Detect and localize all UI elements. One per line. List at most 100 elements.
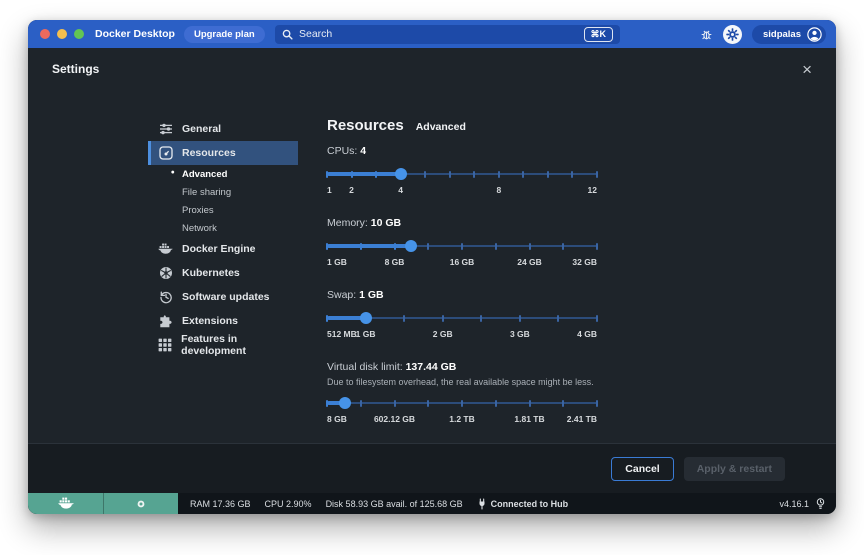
virtual-disk-limit-tick [394, 400, 396, 407]
swap-setting: Swap: 1 GB512 MB1 GB2 GB3 GB4 GB [327, 289, 597, 340]
upgrade-plan-button[interactable]: Upgrade plan [184, 26, 265, 43]
sidebar-item-software-updates[interactable]: Software updates [148, 285, 298, 309]
memory-label: Memory: 10 GB [327, 217, 597, 229]
zoom-window-button[interactable] [74, 29, 84, 39]
titlebar: Docker Desktop Upgrade plan Search ⌘K [28, 20, 836, 48]
sidebar-subitem-network[interactable]: Network [148, 219, 298, 237]
cpus-slider-handle[interactable] [395, 168, 407, 180]
sidebar-subitem-proxies[interactable]: Proxies [148, 201, 298, 219]
tick-label: 12 [588, 185, 597, 195]
sidebar-item-label: General [182, 123, 221, 135]
tick-label: 8 [496, 185, 501, 195]
sidebar-item-docker-engine[interactable]: Docker Engine [148, 237, 298, 261]
username: sidpalas [763, 29, 801, 40]
memory-slider-handle[interactable] [405, 240, 417, 252]
virtual-disk-limit-tick [562, 400, 564, 407]
apply-restart-button[interactable]: Apply & restart [684, 457, 785, 481]
virtual-disk-limit-tick [461, 400, 463, 407]
swap-tick [557, 315, 559, 322]
cpus-value: 4 [360, 145, 366, 157]
update-clock-icon [158, 290, 173, 304]
tick-label: 2 GB [433, 329, 453, 339]
sidebar-item-general[interactable]: General [148, 117, 298, 141]
swap-tick-labels: 512 MB1 GB2 GB3 GB4 GB [327, 329, 597, 340]
virtual-disk-limit-slider-handle[interactable] [339, 397, 351, 409]
close-window-button[interactable] [40, 29, 50, 39]
virtual-disk-limit-label: Virtual disk limit: 137.44 GB [327, 361, 597, 373]
swap-slider-handle[interactable] [360, 312, 372, 324]
swap-tick [480, 315, 482, 322]
tick-label: 2 [349, 185, 354, 195]
memory-setting: Memory: 10 GB 1 GB8 GB16 GB24 GB32 GB [327, 217, 597, 268]
sidebar-item-label: Docker Engine [182, 243, 256, 255]
tick-label: 32 GB [572, 257, 597, 267]
tick-label: 1.2 TB [449, 414, 475, 424]
virtual-disk-limit-tick [495, 400, 497, 407]
sidebar-item-kubernetes[interactable]: Kubernetes [148, 261, 298, 285]
memory-tick [495, 243, 497, 250]
tick-label: 16 GB [450, 257, 475, 267]
cpus-slider[interactable] [327, 167, 597, 181]
desktop-background: Docker Desktop Upgrade plan Search ⌘K [0, 0, 864, 555]
tick-label: 1 [327, 185, 332, 195]
memory-slider[interactable] [327, 239, 597, 253]
virtual-disk-limit-tick [596, 400, 598, 407]
hub-plug-icon [477, 498, 487, 510]
tip-lightbulb-icon[interactable] [815, 497, 826, 510]
cpus-tick [547, 171, 549, 178]
close-settings-button[interactable]: × [802, 61, 812, 78]
search-input[interactable]: Search ⌘K [275, 25, 620, 44]
ram-usage: RAM 17.36 GB [190, 499, 251, 509]
cpus-slider-fill [327, 172, 401, 176]
swap-tick [519, 315, 521, 322]
status-dot-icon [136, 499, 146, 509]
tick-label: 602.12 GB [374, 414, 415, 424]
sidebar-subitem-file-sharing[interactable]: File sharing [148, 183, 298, 201]
virtual-disk-limit-tick [427, 400, 429, 407]
virtual-disk-limit-value: 137.44 GB [406, 361, 457, 373]
bug-report-icon[interactable] [700, 28, 713, 41]
memory-tick-labels: 1 GB8 GB16 GB24 GB32 GB [327, 257, 597, 268]
grid-icon [158, 338, 172, 352]
search-icon [282, 29, 293, 40]
tick-label: 2.41 TB [567, 414, 597, 424]
search-shortcut-badge: ⌘K [584, 27, 614, 42]
active-bullet-icon: • [171, 168, 175, 179]
sidebar-item-features-in-development[interactable]: Features in development [148, 333, 298, 357]
cpus-tick [473, 171, 475, 178]
sidebar-subitem-advanced[interactable]: • Advanced [148, 165, 298, 183]
memory-tick [360, 243, 362, 250]
sliders-icon [158, 122, 173, 136]
tick-label: 1 GB [327, 257, 347, 267]
app-title: Docker Desktop [95, 28, 175, 40]
swap-tick [596, 315, 598, 322]
cpus-setting: CPUs: 4124812 [327, 145, 597, 196]
memory-tick [562, 243, 564, 250]
virtual-disk-limit-note: Due to filesystem overhead, the real ava… [327, 377, 597, 387]
cpus-tick-labels: 124812 [327, 185, 597, 196]
user-account-button[interactable]: sidpalas [752, 25, 826, 44]
sidebar-subitem-label: Advanced [182, 169, 227, 180]
tick-label: 1.81 TB [514, 414, 544, 424]
swap-slider[interactable] [327, 311, 597, 325]
settings-button-active[interactable] [723, 25, 742, 44]
page-title: Resources [327, 117, 404, 134]
sidebar-item-resources[interactable]: Resources [148, 141, 298, 165]
memory-tick [596, 243, 598, 250]
engine-running-segment[interactable] [28, 493, 103, 514]
cancel-button[interactable]: Cancel [611, 457, 673, 481]
virtual-disk-limit-slider[interactable] [327, 396, 597, 410]
memory-tick [427, 243, 429, 250]
cpus-tick [449, 171, 451, 178]
avatar-icon [807, 27, 822, 42]
memory-tick [529, 243, 531, 250]
vm-status-segment[interactable] [103, 493, 178, 514]
gauge-icon [158, 146, 173, 160]
disk-usage: Disk 58.93 GB avail. of 125.68 GB [326, 499, 463, 509]
swap-tick [403, 315, 405, 322]
swap-value: 1 GB [359, 289, 384, 301]
minimize-window-button[interactable] [57, 29, 67, 39]
cpus-tick [326, 171, 328, 178]
sidebar-item-extensions[interactable]: Extensions [148, 309, 298, 333]
hub-connection-status: Connected to Hub [491, 499, 569, 509]
